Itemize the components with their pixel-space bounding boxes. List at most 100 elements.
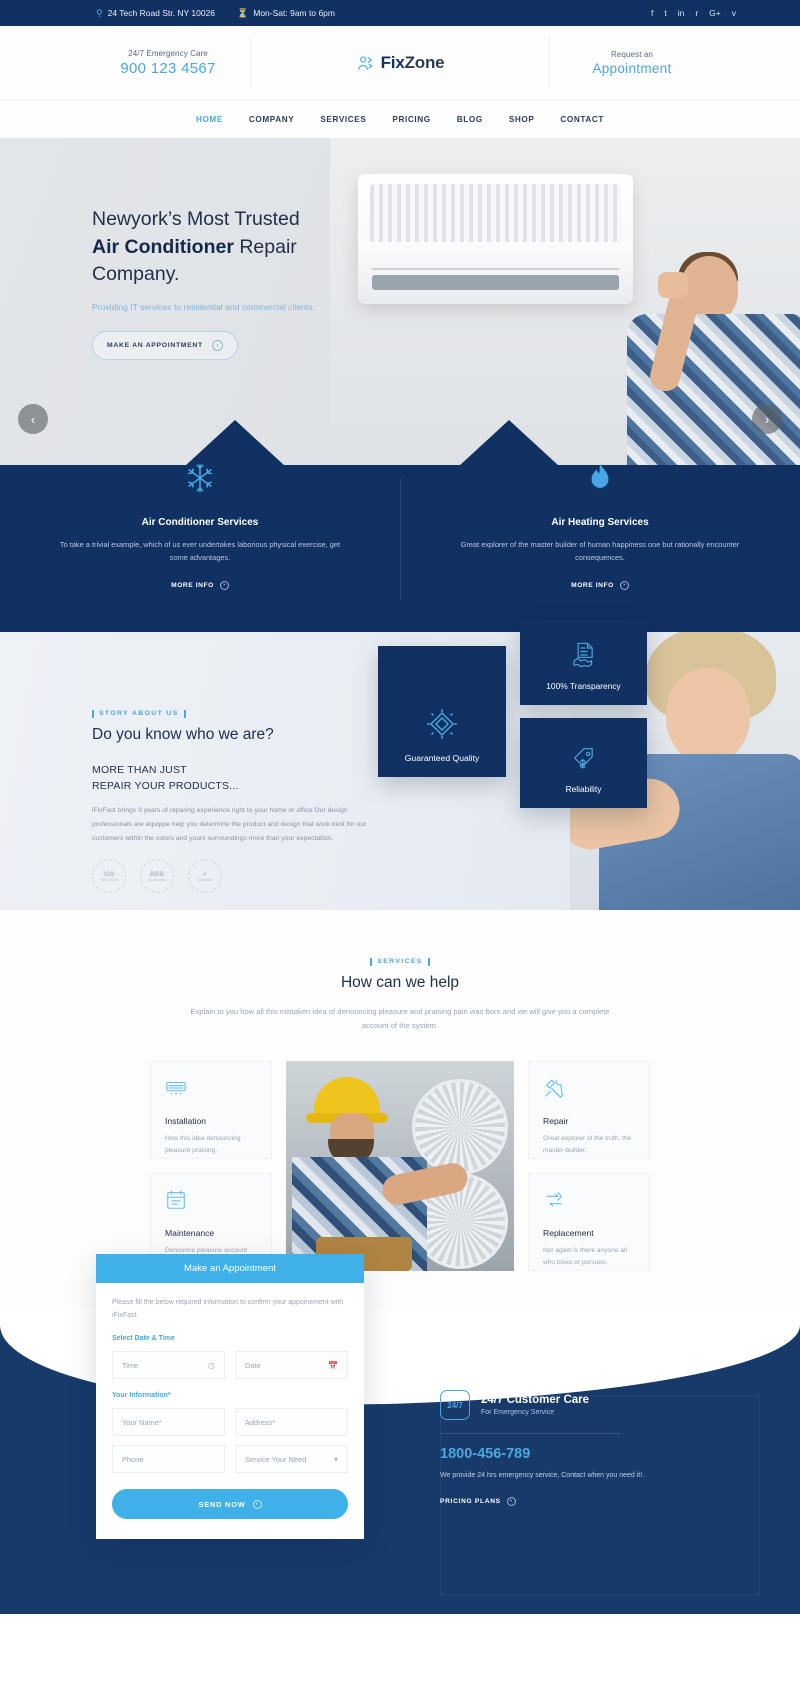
service-card-title: Repair <box>543 1116 569 1126</box>
pricing-plans-label: PRICING PLANS <box>440 1497 501 1505</box>
service-card-installation[interactable]: Installation How this idea denouncing pl… <box>150 1061 272 1159</box>
service-card-replacement[interactable]: Replacement Nor again is there anyone al… <box>528 1173 650 1271</box>
badge-label: BBB <box>149 870 165 878</box>
strip-card-title: Air Conditioner Services <box>141 517 259 528</box>
appointment-form: Make an Appointment Please fill the belo… <box>96 1254 364 1540</box>
customer-care-subtitle: For Emergency Service <box>481 1409 555 1416</box>
emergency-phone[interactable]: 900 123 4567 <box>86 60 250 77</box>
feature-card-transparency: 100% Transparency <box>520 620 647 705</box>
strip-card-air-conditioner: Air Conditioner Services To take a trivi… <box>0 463 400 592</box>
flame-icon <box>591 463 609 488</box>
customer-care-block: 24/7 24/7 Customer Care For Emergency Se… <box>440 1390 690 1508</box>
about-subheading-line1: MORE THAN JUST <box>92 763 187 776</box>
hero-heading: Newyork’s Most Trusted Air Conditioner R… <box>92 206 420 289</box>
name-field[interactable]: Your Name* <box>112 1408 225 1437</box>
nav-item-home[interactable]: HOME <box>196 115 223 124</box>
certification-badges: ISO 9001:2015 BBB Accredited ✓ Certified <box>92 859 367 894</box>
name-field-placeholder: Your Name* <box>122 1417 162 1427</box>
badge-bbb: BBB Accredited <box>140 859 174 894</box>
badge-sub: 9001:2015 <box>100 877 118 882</box>
services-eyebrow-text: SERVICES <box>377 958 423 966</box>
badge-sub: Certified <box>197 878 213 883</box>
address-field-placeholder: Address* <box>245 1417 275 1427</box>
time-field[interactable]: Time ◷ <box>112 1351 225 1380</box>
google-plus-icon[interactable]: G+ <box>709 8 721 18</box>
arrow-right-icon: › <box>506 1496 516 1506</box>
eyebrow-bar-icon <box>92 709 94 718</box>
nav-item-shop[interactable]: SHOP <box>509 115 535 124</box>
twitter-icon[interactable]: t <box>664 8 666 18</box>
facebook-icon[interactable]: f <box>651 8 653 18</box>
hero-appointment-button[interactable]: MAKE AN APPOINTMENT › <box>92 331 238 361</box>
eyebrow-bar-icon <box>370 957 373 966</box>
request-appointment-block[interactable]: Request an Appointment <box>549 37 714 89</box>
service-card-title: Maintenance <box>165 1228 215 1238</box>
services-eyebrow: SERVICES <box>0 957 800 966</box>
site-logo[interactable]: FixZone <box>318 53 483 73</box>
vimeo-icon[interactable]: v <box>732 8 736 18</box>
strip-card-more-link[interactable]: MORE INFO › <box>571 580 629 590</box>
service-card-title: Installation <box>165 1116 207 1126</box>
strip-card-text: To take a trivial example, which of us e… <box>59 540 341 562</box>
feature-card-label: Guaranteed Quality <box>404 753 480 763</box>
nav-item-blog[interactable]: BLOG <box>457 115 483 124</box>
request-appointment-link[interactable]: Appointment <box>550 61 714 76</box>
hero-slider: Newyork’s Most Trusted Air Conditioner R… <box>0 138 800 465</box>
chevron-down-icon: ▾ <box>333 1454 338 1464</box>
logo-text-zone: Zone <box>404 53 445 72</box>
services-paragraph: Explain to you how all this mistaken ide… <box>190 1006 610 1030</box>
badge-iso: ISO 9001:2015 <box>92 859 126 894</box>
nav-item-contact[interactable]: CONTACT <box>560 115 604 124</box>
feature-card-reliability: Reliability <box>520 718 647 808</box>
snowflake-icon <box>187 463 213 493</box>
strip-card-more-label: MORE INFO <box>571 581 614 589</box>
badge-sub: Accredited <box>147 877 167 882</box>
feature-card-label: 100% Transparency <box>546 681 621 691</box>
services-section: SERVICES How can we help Explain to you … <box>0 909 800 1309</box>
social-links: f t in r G+ v <box>651 8 736 18</box>
appointment-info-label: Your Information* <box>112 1392 171 1400</box>
clock-icon: ◷ <box>208 1360 215 1370</box>
about-eyebrow: STORY ABOUT US <box>92 709 367 718</box>
customer-care-badge-icon: 24/7 <box>440 1390 470 1420</box>
phone-field[interactable]: Phone <box>112 1445 225 1474</box>
strip-card-more-label: MORE INFO <box>171 581 214 589</box>
main-navigation: HOME COMPANY SERVICES PRICING BLOG SHOP … <box>0 100 800 138</box>
send-now-button[interactable]: SEND NOW › <box>112 1489 348 1520</box>
services-heading: How can we help <box>340 973 460 991</box>
location-pin-icon: ⚲ <box>96 7 103 18</box>
hero-appointment-button-label: MAKE AN APPOINTMENT <box>107 342 203 350</box>
strip-card-more-link[interactable]: MORE INFO › <box>171 580 229 590</box>
slider-next-button[interactable]: › <box>752 404 782 434</box>
services-grid: Installation How this idea denouncing pl… <box>0 1061 800 1271</box>
nav-item-pricing[interactable]: PRICING <box>392 115 430 124</box>
date-field[interactable]: Date 📅 <box>235 1351 348 1380</box>
hero-subtitle: Providing IT services to residential and… <box>92 302 315 313</box>
about-paragraph: iFixFast brings 9 years of reparing expe… <box>92 807 367 842</box>
nav-item-company[interactable]: COMPANY <box>249 115 294 124</box>
top-bar-address: ⚲ 24 Tech Road Str. NY 10026 <box>96 8 237 19</box>
badge-label: ✓ <box>202 871 208 879</box>
emergency-care-block: 24/7 Emergency Care 900 123 4567 <box>86 37 251 89</box>
pricing-plans-link[interactable]: PRICING PLANS › <box>440 1496 516 1506</box>
service-select[interactable]: Service Your Need ▾ <box>235 1445 348 1474</box>
customer-care-phone[interactable]: 1800-456-789 <box>440 1446 690 1462</box>
top-bar-info: ⚲ 24 Tech Road Str. NY 10026 ⏳ Mon-Sat: … <box>96 8 357 19</box>
service-card-text: Great explorer of the truth, the master-… <box>543 1135 632 1155</box>
about-heading: Do you know who we are? <box>92 725 274 743</box>
service-card-text: Nor again is there anyone all who loves … <box>543 1247 627 1267</box>
diamond-sparkle-icon <box>427 709 457 739</box>
linkedin-icon[interactable]: in <box>678 8 685 18</box>
address-field[interactable]: Address* <box>235 1408 348 1437</box>
service-card-repair[interactable]: Repair Great explorer of the truth, the … <box>528 1061 650 1159</box>
arrow-right-icon: › <box>219 580 229 590</box>
tools-cross-icon <box>545 1079 563 1098</box>
technician-logo-icon <box>357 55 373 70</box>
rss-icon[interactable]: r <box>695 8 698 18</box>
about-subheading: MORE THAN JUST REPAIR YOUR PRODUCTS... <box>92 762 367 795</box>
about-subheading-line2: REPAIR YOUR PRODUCTS... <box>92 780 239 793</box>
appointment-form-title: Make an Appointment <box>96 1254 364 1283</box>
ac-unit-icon <box>166 1081 186 1095</box>
nav-item-services[interactable]: SERVICES <box>320 115 366 124</box>
slider-prev-button[interactable]: ‹ <box>18 404 48 434</box>
